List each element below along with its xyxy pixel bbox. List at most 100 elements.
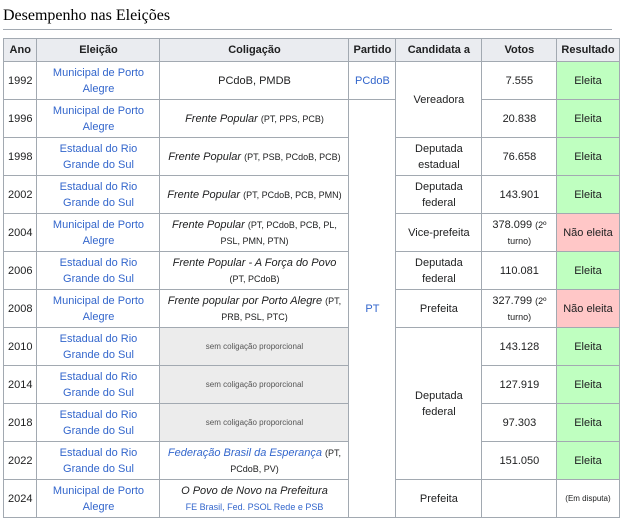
candidate-cell: Deputada estadual: [395, 137, 483, 176]
year-cell: 2018: [2, 403, 38, 442]
coalition-cell: Frente Popular (PT, PCdoB, PCB, PMN): [159, 175, 350, 214]
candidate-cell: Vereadora: [395, 61, 483, 138]
result-cell: Eleita: [556, 327, 620, 366]
table-row: 2006 Estadual do Rio Grande do Sul Frent…: [2, 251, 620, 290]
coalition-cell: Frente Popular (PT, PSB, PCdoB, PCB): [159, 137, 350, 176]
year-cell: 2014: [2, 365, 38, 404]
votes-cell: 127.919: [481, 365, 558, 404]
candidate-cell: Deputada federal: [395, 251, 483, 290]
election-cell: Estadual do Rio Grande do Sul: [36, 441, 161, 480]
election-link[interactable]: Municipal de Porto Alegre: [53, 295, 144, 323]
header-candidate[interactable]: Candidata a: [395, 38, 483, 62]
result-cell: Não eleita: [556, 289, 620, 328]
coalition-name: Frente popular por Porto Alegre: [167, 294, 323, 307]
election-link[interactable]: Municipal de Porto Alegre: [53, 485, 144, 513]
table-row: 2010 Estadual do Rio Grande do Sul sem c…: [2, 327, 620, 480]
header-votes[interactable]: Votos: [481, 38, 558, 62]
coalition-cell: Frente Popular (PT, PCdoB, PCB, PL, PSL,…: [159, 213, 350, 252]
elections-table: Ano Eleição Coligação Partido Candidata …: [2, 38, 620, 518]
votes-cell: 327.799 (2º turno): [481, 289, 558, 328]
election-link[interactable]: Estadual do Rio Grande do Sul: [60, 333, 138, 361]
section-heading: Desempenho nas Eleições: [3, 5, 612, 30]
votes-cell: 110.081: [481, 251, 558, 290]
coalition-name-link[interactable]: Federação Brasil da Esperança: [168, 447, 322, 459]
election-cell: Estadual do Rio Grande do Sul: [36, 251, 161, 290]
election-link[interactable]: Estadual do Rio Grande do Sul: [60, 143, 138, 171]
year-cell: 2004: [2, 213, 38, 252]
votes-cell: 97.303: [481, 403, 558, 442]
votes-cell: 76.658: [481, 137, 558, 176]
year-cell: 2002: [2, 175, 38, 214]
election-cell: Estadual do Rio Grande do Sul: [36, 175, 161, 214]
party-link-pcdob[interactable]: PCdoB: [348, 61, 397, 100]
election-cell: Municipal de Porto Alegre: [36, 479, 161, 518]
election-cell: Estadual do Rio Grande do Sul: [36, 403, 161, 442]
election-cell: Estadual do Rio Grande do Sul: [36, 365, 161, 404]
votes-value: 378.099: [492, 218, 533, 231]
coalition-name: Frente Popular: [185, 112, 258, 125]
election-cell: Estadual do Rio Grande do Sul: [36, 137, 161, 176]
result-cell: (Em disputa): [556, 479, 620, 518]
coalition-cell: Frente Popular - A Força do Povo (PT, PC…: [159, 251, 350, 290]
election-link[interactable]: Estadual do Rio Grande do Sul: [60, 409, 138, 437]
table-row: 2018 Estadual do Rio Grande do Sul sem c…: [2, 403, 620, 442]
coalition-cell: Federação Brasil da Esperança (PT, PCdoB…: [159, 441, 350, 480]
result-cell: Eleita: [556, 403, 620, 442]
coalition-cell: sem coligação proporcional: [159, 365, 350, 404]
header-year[interactable]: Ano: [2, 38, 38, 62]
header-election[interactable]: Eleição: [36, 38, 161, 62]
result-cell: Não eleita: [556, 213, 620, 252]
coalition-cell: O Povo de Novo na Prefeitura FE Brasil, F…: [159, 479, 350, 518]
votes-cell: [481, 479, 558, 518]
result-cell: Eleita: [556, 61, 620, 100]
result-cell: Eleita: [556, 365, 620, 404]
party-link-pt[interactable]: PT: [348, 99, 397, 518]
votes-cell: 20.838: [481, 99, 558, 138]
election-link[interactable]: Municipal de Porto Alegre: [53, 105, 144, 133]
result-cell: Eleita: [556, 175, 620, 214]
election-link[interactable]: Estadual do Rio Grande do Sul: [60, 181, 138, 209]
election-cell: Municipal de Porto Alegre: [36, 99, 161, 138]
coalition-cell: PCdoB, PMDB: [159, 61, 350, 100]
result-cell: Eleita: [556, 251, 620, 290]
coalition-name: Frente Popular - A Força do Povo: [172, 256, 337, 269]
year-cell: 1996: [2, 99, 38, 138]
candidate-cell: Prefeita: [395, 479, 483, 518]
year-cell: 2008: [2, 289, 38, 328]
election-link[interactable]: Municipal de Porto Alegre: [53, 67, 144, 95]
candidate-cell: Deputada federal: [395, 327, 483, 480]
result-cell: Eleita: [556, 137, 620, 176]
coalition-cell: sem coligação proporcional: [159, 403, 350, 442]
coalition-parties-link[interactable]: FE Brasil, Fed. PSOL Rede e PSB: [186, 502, 324, 512]
candidate-cell: Vice-prefeita: [395, 213, 483, 252]
table-row: 2014 Estadual do Rio Grande do Sul sem c…: [2, 365, 620, 404]
election-link[interactable]: Municipal de Porto Alegre: [53, 219, 144, 247]
year-cell: 2006: [2, 251, 38, 290]
coalition-name: O Povo de Novo na Prefeitura: [181, 484, 328, 497]
header-party[interactable]: Partido: [348, 38, 397, 62]
votes-cell: 378.099 (2º turno): [481, 213, 558, 252]
table-row: 1998 Estadual do Rio Grande do Sul Frent…: [2, 137, 620, 176]
table-row: 1992 Municipal de Porto Alegre PCdoB, PM…: [2, 61, 620, 138]
header-row: Ano Eleição Coligação Partido Candidata …: [2, 38, 620, 62]
candidate-cell: Deputada federal: [395, 175, 483, 214]
result-cell: Eleita: [556, 99, 620, 138]
table-row: 2022 Estadual do Rio Grande do Sul Feder…: [2, 441, 620, 480]
votes-cell: 143.901: [481, 175, 558, 214]
election-link[interactable]: Estadual do Rio Grande do Sul: [60, 447, 138, 475]
coalition-name: Frente Popular: [167, 188, 241, 201]
table-row: 1996 Municipal de Porto Alegre Frente Po…: [2, 99, 620, 518]
votes-cell: 151.050: [481, 441, 558, 480]
election-cell: Municipal de Porto Alegre: [36, 61, 161, 100]
votes-cell: 143.128: [481, 327, 558, 366]
header-result[interactable]: Resultado: [556, 38, 620, 62]
election-link[interactable]: Estadual do Rio Grande do Sul: [60, 257, 138, 285]
header-coalition[interactable]: Coligação: [159, 38, 350, 62]
coalition-cell: sem coligação proporcional: [159, 327, 350, 366]
election-cell: Municipal de Porto Alegre: [36, 289, 161, 328]
year-cell: 1998: [2, 137, 38, 176]
table-row: 2024 Municipal de Porto Alegre O Povo de…: [2, 479, 620, 518]
coalition-name: Frente Popular: [172, 218, 245, 231]
election-cell: Municipal de Porto Alegre: [36, 213, 161, 252]
election-link[interactable]: Estadual do Rio Grande do Sul: [60, 371, 138, 399]
